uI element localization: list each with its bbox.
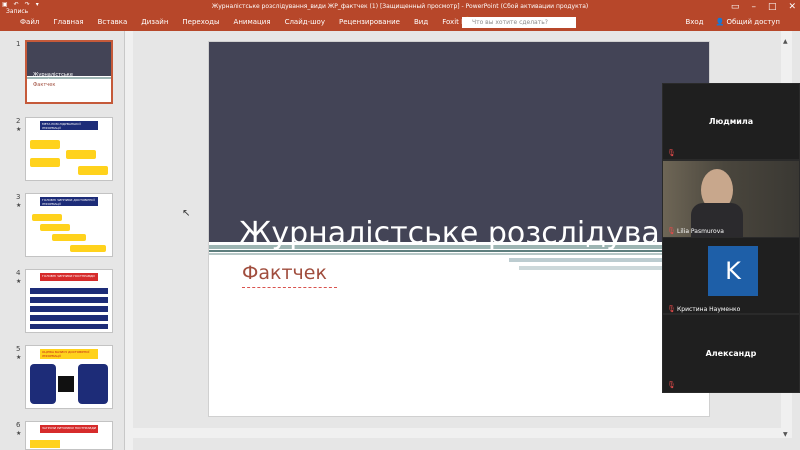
tab-file[interactable]: Файл (20, 18, 39, 26)
tab-home[interactable]: Главная (53, 18, 83, 26)
signin-link[interactable]: Вход (685, 18, 703, 26)
slide-number: 2 (16, 117, 21, 125)
thumb-shape (30, 158, 60, 167)
participant-tile[interactable]: Людмила 🎙 (662, 83, 800, 160)
participant-tile[interactable]: K 🎙 Кристина Науменко (662, 237, 800, 314)
slide-header-band (209, 42, 709, 242)
animation-star-icon: ★ (16, 126, 22, 133)
slide-thumbnail-3[interactable]: ГОЛОВНІ ЧИННИКИ ДОСТОВІРНОЇ ІНФОРМАЦІЇ (25, 193, 113, 257)
thumb-heading: ГОЛОВНІ ЧИННИКИ ДОСТОВІРНОЇ ІНФОРМАЦІЇ (42, 198, 95, 206)
thumb-header (27, 42, 111, 76)
slide-thumbnail-2[interactable]: МЕТА РОЗСЛІДУВАНЬКОЇ ІНФОРМАЦІЇ (25, 117, 113, 181)
slide-number: 4 (16, 269, 21, 277)
thumb-shape (52, 234, 86, 241)
thumb-bar (30, 315, 108, 321)
person-icon: 👤 (715, 18, 725, 26)
tab-review[interactable]: Рецензирование (339, 18, 400, 26)
window-title: Журналістське розслідування_види ЖР_факт… (211, 3, 589, 10)
mouse-cursor-icon: ↖ (182, 208, 191, 219)
close-button[interactable]: ✕ (788, 1, 796, 13)
ribbon: Файл Главная Вставка Дизайн Переходы Ани… (0, 15, 800, 31)
thumb-bar (30, 297, 108, 303)
scroll-down-icon[interactable]: ▼ (783, 431, 788, 438)
participant-tile[interactable]: Александр 🎙 (662, 314, 800, 393)
mic-muted-icon: 🎙 (667, 381, 676, 389)
slide-number: 5 (16, 345, 21, 353)
thumb-heading: МЕТА РОЗСЛІДУВАНЬКОЇ ІНФОРМАЦІЇ (42, 122, 81, 130)
thumb-heading: ОЦІНКА БАЗИСУ ДОСТОВІРНОЇ ІНФОРМАЦІЇ (42, 350, 90, 358)
participant-name: Кристина Науменко (677, 306, 741, 313)
ribbon-options-icon[interactable]: ▭ (731, 1, 740, 13)
tab-slideshow[interactable]: Слайд-шоу (285, 18, 325, 26)
thumb-shape (30, 440, 60, 448)
mic-muted-icon: 🎙 (667, 227, 676, 235)
thumb-shape (66, 150, 96, 159)
participant-name: Александр (705, 349, 757, 358)
thumb-shape (70, 245, 106, 252)
slide-subtitle[interactable]: Фактчек (242, 262, 327, 284)
ribbon-tabs: Файл Главная Вставка Дизайн Переходы Ани… (20, 18, 502, 26)
thumb-shape (58, 376, 74, 392)
participant-name: Lilia Pasmurova (677, 228, 724, 235)
slide-thumbnail-1[interactable]: Журналістське розслідування Фактчек (25, 40, 113, 104)
slide-thumbnail-6[interactable]: ЗАГРОЗИ РИТОРИКИ ПОСТПРАВДИ (25, 421, 113, 450)
thumb-shape (30, 140, 60, 149)
thumb-bar (30, 288, 108, 294)
maximize-button[interactable]: □ (768, 1, 777, 13)
thumb-shape (32, 214, 62, 221)
video-call-panel: Людмила 🎙 🎙 Lilia Pasmurova K 🎙 Кристина… (662, 83, 800, 393)
mic-muted-icon: 🎙 (667, 305, 676, 313)
slide-number: 6 (16, 421, 21, 429)
thumbnails-scrollbar[interactable] (125, 31, 133, 450)
thumb-shape (78, 166, 108, 175)
thumb-sub: Фактчек (33, 82, 56, 88)
tab-insert[interactable]: Вставка (98, 18, 128, 26)
thumb-heading: ЗАГРОЗИ РИТОРИКИ ПОСТПРАВДИ (42, 426, 97, 430)
animation-star-icon: ★ (16, 430, 22, 437)
share-button[interactable]: 👤 Общий доступ (716, 18, 780, 26)
account-area: Вход 👤 Общий доступ (685, 18, 780, 26)
slide-band (209, 253, 709, 255)
participant-tile[interactable]: 🎙 Lilia Pasmurova (662, 160, 800, 238)
thumb-shape (40, 224, 70, 231)
spellcheck-underline (242, 286, 337, 288)
minimize-button[interactable]: – (751, 1, 756, 13)
tab-animations[interactable]: Анимация (234, 18, 271, 26)
slide-number: 3 (16, 193, 21, 201)
status-bar (133, 438, 800, 450)
slide-thumbnail-5[interactable]: ОЦІНКА БАЗИСУ ДОСТОВІРНОЇ ІНФОРМАЦІЇ (25, 345, 113, 409)
scroll-up-icon[interactable]: ▲ (783, 38, 788, 45)
tell-me-search[interactable]: Что вы хотите сделать? (462, 17, 576, 28)
tab-transitions[interactable]: Переходы (182, 18, 219, 26)
share-label: Общий доступ (726, 18, 780, 26)
mic-muted-icon: 🎙 (667, 149, 676, 157)
participant-name: Людмила (708, 117, 754, 126)
title-bar: ▣ ↶ ↷ ▾ Запись Журналістське розслідуван… (0, 0, 800, 15)
tab-view[interactable]: Вид (414, 18, 428, 26)
current-slide[interactable]: Журналістське розслідування Фактчек (208, 41, 710, 417)
slide-thumbnails-pane: 1 Журналістське розслідування Фактчек 2 … (0, 31, 125, 450)
slide-thumbnail-4[interactable]: ГОЛОВНІ ЧИННИКИ ПОСТПРАВДИ (25, 269, 113, 333)
thumb-shape (30, 364, 56, 404)
avatar: K (708, 246, 758, 296)
horizontal-scrollbar[interactable] (133, 428, 781, 438)
animation-star-icon: ★ (16, 354, 22, 361)
animation-star-icon: ★ (16, 278, 22, 285)
slide-title[interactable]: Журналістське розслідування (239, 216, 709, 251)
window-controls: ▭ – □ ✕ (731, 1, 796, 13)
thumb-shape (78, 364, 108, 404)
thumb-bar (30, 306, 108, 312)
thumb-bar (30, 324, 108, 329)
tab-design[interactable]: Дизайн (141, 18, 168, 26)
thumb-heading: ГОЛОВНІ ЧИННИКИ ПОСТПРАВДИ (42, 274, 95, 278)
slide-number: 1 (16, 40, 21, 48)
animation-star-icon: ★ (16, 202, 22, 209)
